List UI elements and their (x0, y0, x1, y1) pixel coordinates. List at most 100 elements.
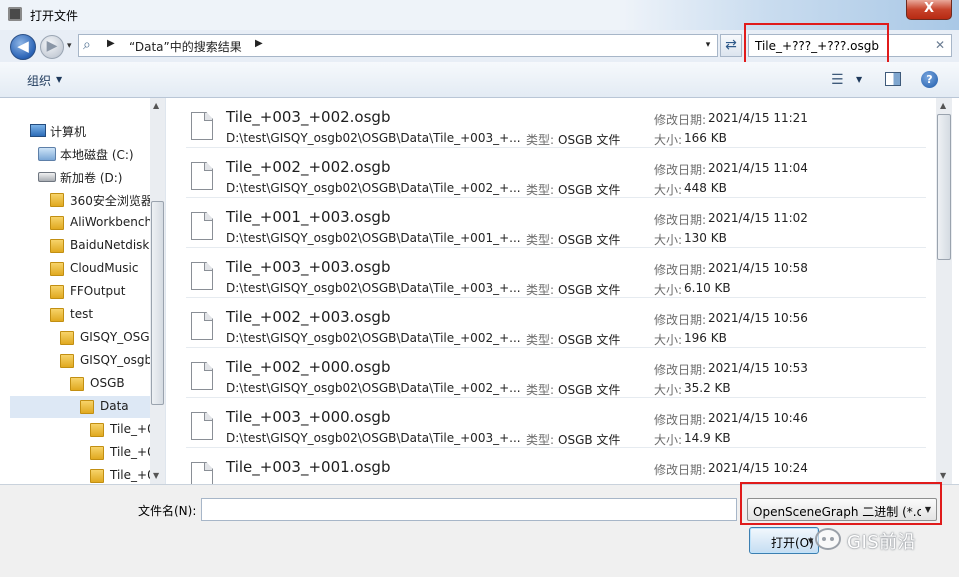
tree-item-label: 本地磁盘 (C:) (60, 148, 134, 162)
tree-item-label: 新加卷 (D:) (60, 171, 123, 185)
modified-date-label: 修改日期: (654, 413, 707, 427)
tree-item-folder[interactable]: BaiduNetdisk (10, 235, 150, 257)
toolbar: 组织 ▼ ☰ ▼ ? (0, 62, 959, 98)
file-row[interactable]: Tile_+003_+001.osgb 修改日期: 2021/4/15 10:24 (186, 448, 926, 484)
modified-date: 2021/4/15 11:02 (708, 211, 808, 225)
nav-scrollbar-thumb[interactable] (151, 201, 164, 405)
window-title: 打开文件 (30, 9, 79, 23)
open-button[interactable]: 打开(O) ▼ (749, 527, 819, 554)
file-name: Tile_+002_+003.osgb (226, 308, 391, 326)
modified-date: 2021/4/15 10:46 (708, 411, 808, 425)
tree-item-folder[interactable]: Tile_+0 (10, 465, 155, 484)
change-view-icon[interactable]: ☰ (831, 72, 844, 88)
tree-item-folder[interactable]: 360安全浏览器 (10, 189, 153, 211)
file-list[interactable]: Tile_+003_+002.osgb D:\test\GISQY_osgb02\… (166, 98, 936, 484)
file-row[interactable]: Tile_+002_+003.osgb D:\test\GISQY_osgb02\… (186, 298, 926, 348)
tree-item-data-selected[interactable]: Data (10, 396, 150, 418)
filename-input[interactable]: ▼ (201, 498, 927, 521)
tree-item-folder[interactable]: GISQY_osgb (10, 350, 152, 372)
tree-item-folder[interactable]: OSGB (10, 373, 150, 395)
forward-button[interactable]: ▶ (40, 35, 64, 59)
tree-item-folder[interactable]: CloudMusic (10, 258, 150, 280)
tree-item-label: test (70, 307, 94, 321)
file-list-scrollbar-thumb[interactable] (937, 114, 951, 260)
file-path: D:\test\GISQY_osgb02\OSGB\Data\Tile_+002… (226, 331, 521, 345)
navigation-pane[interactable]: 计算机 本地磁盘 (C:) 新加卷 (D:) 360安全浏览器 AliWorkb… (10, 98, 166, 484)
filename-label: 文件名(N): (138, 504, 197, 518)
scroll-down-icon[interactable]: ▼ (153, 471, 159, 480)
file-list-scrollbar[interactable]: ▲ ▼ (936, 98, 952, 484)
folder-icon (50, 308, 64, 322)
file-row[interactable]: Tile_+002_+000.osgb D:\test\GISQY_osgb02\… (186, 348, 926, 398)
file-row[interactable]: Tile_+003_+002.osgb D:\test\GISQY_osgb02\… (186, 98, 926, 148)
refresh-button[interactable]: ⇄ (720, 34, 742, 57)
modified-date: 2021/4/15 11:21 (708, 111, 808, 125)
preview-pane-icon[interactable] (885, 72, 901, 86)
file-icon (191, 412, 213, 440)
nav-scrollbar[interactable]: ▲ ▼ (150, 98, 165, 484)
file-path: D:\test\GISQY_osgb02\OSGB\Data\Tile_+001… (226, 231, 521, 245)
breadcrumb[interactable]: “Data”中的搜索结果 (129, 38, 242, 55)
breadcrumb-separator-icon[interactable]: ▶ (255, 38, 263, 49)
folder-icon (50, 262, 64, 276)
scroll-down-icon[interactable]: ▼ (940, 471, 946, 480)
file-row[interactable]: Tile_+002_+002.osgb D:\test\GISQY_osgb02\… (186, 148, 926, 198)
address-bar[interactable]: ⌕ ▶ “Data”中的搜索结果 ▶ (78, 34, 718, 57)
organize-dropdown-icon[interactable]: ▼ (56, 75, 62, 84)
file-type-label: 类型: (526, 283, 555, 297)
close-button[interactable]: X (906, 0, 952, 20)
file-type: OSGB 文件 (558, 233, 621, 247)
tree-item-folder[interactable]: GISQY_OSG (10, 327, 150, 349)
scroll-up-icon[interactable]: ▲ (940, 101, 946, 110)
file-size: 35.2 KB (684, 381, 731, 395)
organize-button[interactable]: 组织 (27, 72, 51, 89)
file-path: D:\test\GISQY_osgb02\OSGB\Data\Tile_+002… (226, 181, 521, 195)
drive-icon (38, 172, 56, 182)
app-icon (8, 7, 22, 21)
tree-item-drive-c[interactable]: 本地磁盘 (C:) (10, 143, 150, 165)
tree-item-label: Tile_+0 (110, 422, 155, 436)
clear-search-icon[interactable]: ✕ (935, 38, 945, 52)
tree-item-label: Tile_+0 (110, 445, 155, 459)
modified-date: 2021/4/15 11:04 (708, 161, 808, 175)
file-type: OSGB 文件 (558, 433, 621, 447)
address-dropdown-button[interactable]: ▾ (698, 34, 718, 57)
help-icon[interactable]: ? (921, 71, 938, 88)
folder-icon (80, 400, 94, 414)
breadcrumb-separator-icon[interactable]: ▶ (107, 38, 115, 49)
modified-date: 2021/4/15 10:58 (708, 261, 808, 275)
tree-item-folder[interactable]: AliWorkbench (10, 212, 152, 234)
tree-item-computer[interactable]: 计算机 (10, 120, 150, 142)
file-size: 196 KB (684, 331, 727, 345)
tree-item-label: 计算机 (50, 125, 87, 139)
back-button[interactable]: ◀ (10, 34, 36, 60)
file-row[interactable]: Tile_+001_+003.osgb D:\test\GISQY_osgb02\… (186, 198, 926, 248)
tree-item-folder[interactable]: FFOutput (10, 281, 150, 303)
folder-icon (50, 193, 64, 207)
file-row[interactable]: Tile_+003_+000.osgb D:\test\GISQY_osgb02\… (186, 398, 926, 448)
search-results-icon: ⌕ (83, 37, 91, 53)
tree-item-label: BaiduNetdisk (70, 238, 150, 252)
tree-item-folder[interactable]: test (10, 304, 150, 326)
scroll-up-icon[interactable]: ▲ (153, 101, 159, 110)
file-type: OSGB 文件 (558, 383, 621, 397)
modified-date: 2021/4/15 10:56 (708, 311, 808, 325)
file-path: D:\test\GISQY_osgb02\OSGB\Data\Tile_+003… (226, 131, 521, 145)
folder-icon (50, 285, 64, 299)
modified-date-label: 修改日期: (654, 463, 707, 477)
file-type: OSGB 文件 (558, 183, 621, 197)
tree-item-folder[interactable]: Tile_+0 (10, 419, 155, 441)
file-type-label: 类型: (526, 233, 555, 247)
open-dropdown-icon[interactable]: ▼ (808, 537, 813, 545)
file-icon (191, 262, 213, 290)
folder-icon (90, 446, 104, 460)
file-type-label: 类型: (526, 133, 555, 147)
file-path: D:\test\GISQY_osgb02\OSGB\Data\Tile_+002… (226, 381, 521, 395)
tree-item-drive-d[interactable]: 新加卷 (D:) (10, 166, 150, 188)
file-size: 14.9 KB (684, 431, 731, 445)
file-row[interactable]: Tile_+003_+003.osgb D:\test\GISQY_osgb02\… (186, 248, 926, 298)
file-icon (191, 462, 213, 484)
recent-pages-dropdown[interactable]: ▾ (67, 41, 72, 51)
tree-item-folder[interactable]: Tile_+0 (10, 442, 155, 464)
view-dropdown-icon[interactable]: ▼ (856, 75, 862, 84)
